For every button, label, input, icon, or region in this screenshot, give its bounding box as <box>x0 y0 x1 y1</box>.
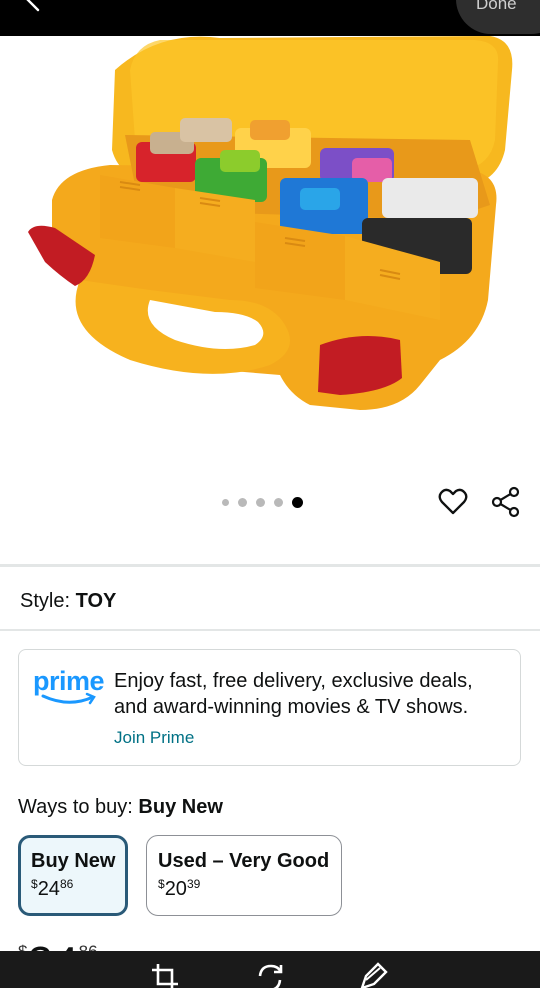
buy-new-option[interactable]: Buy New $2486 <box>18 835 128 916</box>
carousel-dot[interactable] <box>256 497 265 507</box>
prime-line-2: and award-winning movies & TV shows. <box>114 696 469 718</box>
done-button[interactable]: Done <box>456 0 540 34</box>
option-price: $2486 <box>31 877 74 900</box>
option-price: $2039 <box>158 877 201 900</box>
section-divider <box>0 629 540 631</box>
style-selector[interactable]: Style: TOY <box>20 590 116 613</box>
top-bar: Done <box>0 0 540 36</box>
heart-icon[interactable] <box>437 486 469 518</box>
prime-description: Enjoy fast, free delivery, exclusive dea… <box>114 668 514 720</box>
markup-pen-icon[interactable] <box>358 962 388 988</box>
style-label: Style: <box>20 590 71 612</box>
carousel-dot[interactable] <box>238 497 247 507</box>
prime-promo-card[interactable]: prime Enjoy fast, free delivery, exclusi… <box>18 649 521 766</box>
ways-to-buy-selected: Buy New <box>138 796 223 818</box>
ways-to-buy-label: Ways to buy: <box>18 796 133 818</box>
product-image[interactable] <box>0 36 540 456</box>
prime-smile-icon <box>41 692 96 705</box>
share-icon[interactable] <box>489 485 523 519</box>
style-value: TOY <box>75 590 117 612</box>
section-divider <box>0 564 540 567</box>
option-title: Used – Very Good <box>158 850 330 872</box>
carousel-dot-active[interactable] <box>292 496 303 508</box>
prime-logo: prime <box>33 666 105 710</box>
rotate-icon[interactable] <box>255 962 285 988</box>
join-prime-link[interactable]: Join Prime <box>114 728 194 748</box>
option-title: Buy New <box>31 850 116 872</box>
carousel-dot[interactable] <box>274 497 283 507</box>
product-photo <box>28 36 513 410</box>
editor-toolbar <box>0 951 540 988</box>
carousel-dot[interactable] <box>222 498 229 506</box>
crop-icon[interactable] <box>150 962 180 988</box>
chevron-left-icon[interactable] <box>18 0 48 16</box>
ways-to-buy: Ways to buy: Buy New <box>18 796 223 819</box>
carousel-indicator[interactable] <box>222 496 303 508</box>
prime-line-1: Enjoy fast, free delivery, exclusive dea… <box>114 670 473 692</box>
used-very-good-option[interactable]: Used – Very Good $2039 <box>146 835 342 916</box>
